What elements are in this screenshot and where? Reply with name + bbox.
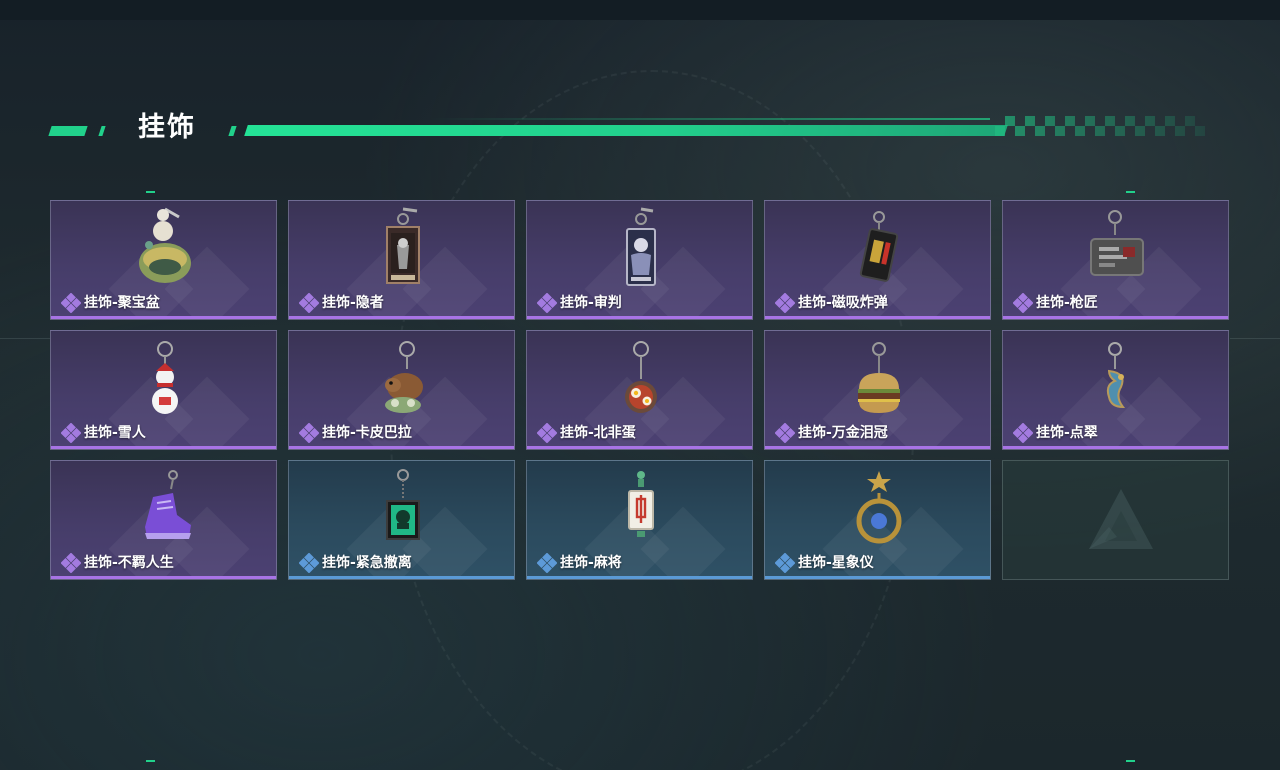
epic-rarity-icon bbox=[61, 423, 81, 443]
corner-tick bbox=[1126, 191, 1135, 193]
charm-card[interactable]: 挂饰-万金泪冠 bbox=[764, 330, 991, 450]
game-logo-icon bbox=[1083, 483, 1159, 559]
corner-tick bbox=[1126, 760, 1135, 762]
charm-card[interactable]: 挂饰-聚宝盆 bbox=[50, 200, 277, 320]
background-line-left bbox=[0, 338, 50, 339]
rarity-bar bbox=[527, 446, 752, 449]
shakshuka-charm-icon bbox=[605, 335, 677, 421]
charm-card[interactable]: 挂饰-隐者 bbox=[288, 200, 515, 320]
kingfisher-charm-icon bbox=[1081, 335, 1153, 421]
treasure-bowl-charm-icon bbox=[129, 205, 201, 291]
rare-rarity-icon bbox=[299, 553, 319, 573]
charm-card[interactable]: 挂饰-不羁人生 bbox=[50, 460, 277, 580]
charm-card[interactable]: 挂饰-枪匠 bbox=[1002, 200, 1229, 320]
charm-name: 挂饰-紧急撤离 bbox=[322, 555, 412, 571]
rarity-bar bbox=[51, 316, 276, 319]
snowman-charm-icon bbox=[129, 335, 201, 421]
top-bar bbox=[0, 0, 1280, 20]
mahjong-charm-icon bbox=[605, 465, 677, 551]
rare-rarity-icon bbox=[537, 553, 557, 573]
header-accent-bar bbox=[244, 125, 1008, 136]
epic-rarity-icon bbox=[1013, 423, 1033, 443]
rarity-bar bbox=[1003, 446, 1228, 449]
charm-card[interactable]: 挂饰-麻将 bbox=[526, 460, 753, 580]
rarity-bar bbox=[289, 316, 514, 319]
capybara-charm-icon bbox=[367, 335, 439, 421]
charm-card[interactable]: 挂饰-磁吸炸弹 bbox=[764, 200, 991, 320]
charm-card[interactable]: 挂饰-星象仪 bbox=[764, 460, 991, 580]
hermit-card-charm-icon bbox=[367, 205, 439, 291]
charm-grid: 挂饰-聚宝盆 挂饰-隐者 挂饰-审判 挂饰-磁吸炸弹 挂饰-枪匠 挂饰-雪人 挂… bbox=[50, 200, 1230, 580]
charm-name: 挂饰-北非蛋 bbox=[560, 425, 636, 441]
sneaker-charm-icon bbox=[129, 465, 201, 551]
epic-rarity-icon bbox=[61, 293, 81, 313]
charm-name: 挂饰-隐者 bbox=[322, 295, 384, 311]
charm-name: 挂饰-星象仪 bbox=[798, 555, 874, 571]
header-accent-block bbox=[48, 126, 88, 136]
rarity-bar bbox=[527, 576, 752, 579]
charm-name: 挂饰-麻将 bbox=[560, 555, 622, 571]
header-accent-block bbox=[98, 126, 106, 136]
charm-name: 挂饰-雪人 bbox=[84, 425, 146, 441]
epic-rarity-icon bbox=[299, 423, 319, 443]
header-checker-pattern bbox=[995, 116, 1205, 136]
rarity-bar bbox=[289, 446, 514, 449]
rarity-bar bbox=[765, 576, 990, 579]
charm-name: 挂饰-点翠 bbox=[1036, 425, 1098, 441]
emergency-evac-charm-icon bbox=[367, 465, 439, 551]
epic-rarity-icon bbox=[1013, 293, 1033, 313]
charm-card[interactable]: 挂饰-雪人 bbox=[50, 330, 277, 450]
charm-name: 挂饰-磁吸炸弹 bbox=[798, 295, 888, 311]
charm-card[interactable]: 挂饰-紧急撤离 bbox=[288, 460, 515, 580]
epic-rarity-icon bbox=[61, 553, 81, 573]
charm-name: 挂饰-卡皮巴拉 bbox=[322, 425, 412, 441]
charm-name: 挂饰-枪匠 bbox=[1036, 295, 1098, 311]
charm-card[interactable]: 挂饰-北非蛋 bbox=[526, 330, 753, 450]
rarity-bar bbox=[1003, 316, 1228, 319]
rarity-bar bbox=[765, 446, 990, 449]
rarity-bar bbox=[51, 576, 276, 579]
charm-name: 挂饰-万金泪冠 bbox=[798, 425, 888, 441]
header-accent-line bbox=[430, 118, 990, 120]
rarity-bar bbox=[765, 316, 990, 319]
judgement-card-charm-icon bbox=[605, 205, 677, 291]
charm-name: 挂饰-审判 bbox=[560, 295, 622, 311]
section-header: 挂饰 bbox=[48, 108, 1210, 148]
charm-card[interactable]: 挂饰-点翠 bbox=[1002, 330, 1229, 450]
corner-tick bbox=[146, 191, 155, 193]
epic-rarity-icon bbox=[537, 293, 557, 313]
astrolabe-charm-icon bbox=[843, 465, 915, 551]
background-line-right bbox=[1230, 338, 1280, 339]
magnetic-bomb-charm-icon bbox=[843, 205, 915, 291]
epic-rarity-icon bbox=[775, 293, 795, 313]
rarity-bar bbox=[51, 446, 276, 449]
rarity-bar bbox=[527, 316, 752, 319]
rarity-bar bbox=[289, 576, 514, 579]
charm-card[interactable]: 挂饰-卡皮巴拉 bbox=[288, 330, 515, 450]
header-accent-block bbox=[228, 126, 237, 136]
empty-slot bbox=[1002, 460, 1229, 580]
gunsmith-charm-icon bbox=[1081, 205, 1153, 291]
charm-name: 挂饰-聚宝盆 bbox=[84, 295, 160, 311]
charm-name: 挂饰-不羁人生 bbox=[84, 555, 174, 571]
rare-rarity-icon bbox=[775, 553, 795, 573]
charm-card[interactable]: 挂饰-审判 bbox=[526, 200, 753, 320]
epic-rarity-icon bbox=[775, 423, 795, 443]
epic-rarity-icon bbox=[537, 423, 557, 443]
epic-rarity-icon bbox=[299, 293, 319, 313]
burger-charm-icon bbox=[843, 335, 915, 421]
section-title: 挂饰 bbox=[138, 112, 196, 143]
corner-tick bbox=[146, 760, 155, 762]
